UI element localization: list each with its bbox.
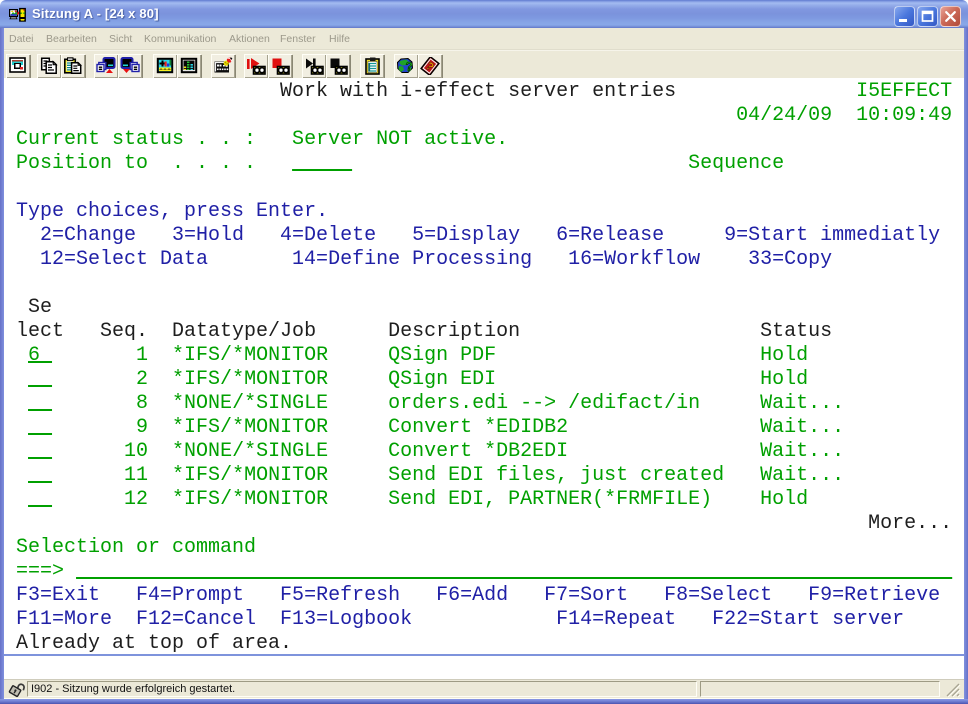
- svg-text:?: ?: [406, 60, 413, 74]
